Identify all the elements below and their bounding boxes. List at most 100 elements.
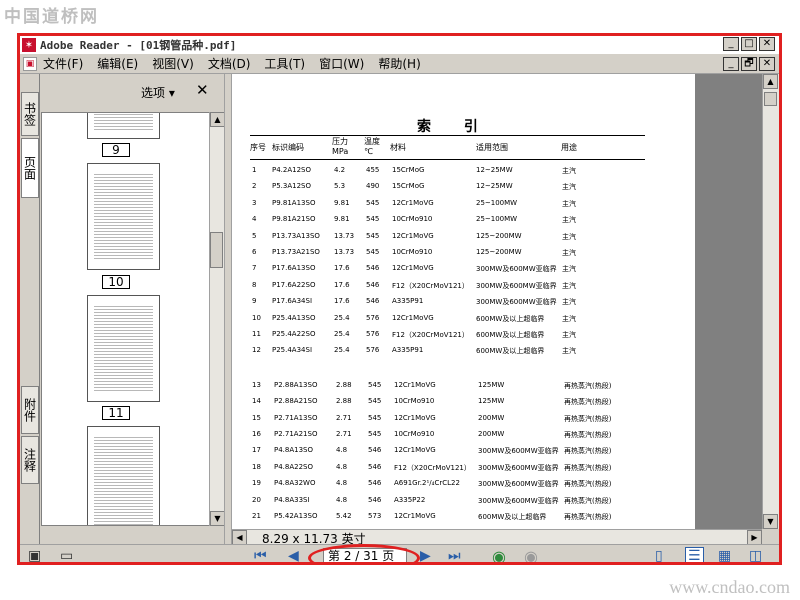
row-temp: 576 [366,330,380,338]
row-temp: 545 [366,198,380,207]
row-range: 300MW及600MW亚临界 [476,281,557,290]
row-pressure: 13.73 [334,248,355,256]
close-button[interactable]: ✕ [759,37,775,51]
thumbnail-page-11[interactable] [87,295,160,402]
thumbnail-page-9[interactable] [87,113,160,139]
row-range: 300MW及600MW亚临界 [478,463,559,472]
row-material: 12Cr1MoVG [392,231,434,240]
thumbnail-page-10[interactable] [87,163,160,270]
row-use: 再热蒸汽(热段) [564,381,612,390]
row-material: 12Cr1MoVG [392,264,434,273]
close-panel-icon[interactable]: ✕ [196,81,209,99]
doc-scroll-left-icon[interactable]: ◀ [232,530,247,545]
document-vertical-scrollbar[interactable]: ▲ ▼ [762,74,779,529]
facing-pages-icon[interactable]: ▦ [718,548,731,562]
row-use: 主汽 [562,183,576,192]
row-no: 1 [252,166,257,174]
row-use: 主汽 [562,265,576,274]
row-pressure: 5.3 [334,182,346,191]
row-code: P4.8A22SO [274,462,314,471]
row-range: 600MW及以上超临界 [476,314,545,323]
row-code: P9.81A21SO [272,215,316,224]
menu-document[interactable]: 文档(D) [208,55,251,72]
tab-pages[interactable]: 页面 [21,138,39,198]
continuous-page-icon[interactable]: ☰ [685,547,704,562]
options-menu-button[interactable]: 选项 ▾ [141,84,175,101]
tab-bookmarks[interactable]: 书签 [21,92,39,136]
adobe-reader-window: ✶ Adobe Reader - [01钢管品种.pdf] _ □ ✕ ▣ 文件… [17,33,782,565]
row-temp: 545 [366,231,380,240]
row-code: P13.73A13SO [272,231,320,240]
panel-splitter[interactable] [224,74,232,562]
row-use: 再热蒸汽(热段) [564,513,612,521]
doc-scrollbar-thumb[interactable] [764,92,777,106]
page-number-field[interactable]: 第 2 / 31 页 [323,548,407,562]
table-row: 7 P17.6A13SO 17.6 546 12Cr1MoVG 300MW及600MW亚临… [232,264,695,278]
row-pressure: 9.81 [334,198,350,207]
view-mode-icon[interactable]: ▣ [28,548,41,562]
document-heading: 索 引 [417,119,492,135]
row-use: 主汽 [562,249,576,257]
maximize-button[interactable]: □ [741,37,757,51]
row-pressure: 17.6 [334,297,350,306]
previous-page-icon[interactable]: ◀ [288,548,299,562]
row-range: 300MW及600MW亚临界 [476,265,557,274]
continuous-facing-icon[interactable]: ◫ [749,548,762,562]
row-code: P2.88A21SO [274,397,318,406]
table-row: 14 P2.88A21SO 2.88 545 10CrMo910 125MW 再热蒸汽(热段… [232,397,695,411]
document-icon[interactable]: ▣ [23,56,37,71]
document-view[interactable]: 索 引 序号 标识编码 压力 MPa 温度 ℃ 材料 适用范围 用途 1 P4.2… [232,74,762,529]
single-page-icon[interactable]: ▯ [655,548,663,562]
menu-help[interactable]: 帮助(H) [378,55,420,72]
table-row: 9 P17.6A34SI 17.6 546 A335P91 300MW及600MW亚临界主… [232,297,695,311]
row-range: 25~100MW [476,215,518,224]
col-header-pressure: 压力 MPa [332,137,349,156]
row-pressure: 17.6 [334,264,350,273]
doc-scroll-down-icon[interactable]: ▼ [763,514,778,529]
last-page-icon[interactable]: ⏭ [448,548,461,562]
go-back-icon[interactable]: ◉ [492,547,506,562]
first-page-icon[interactable]: ⏮ [254,548,267,562]
menu-view[interactable]: 视图(V) [152,55,194,72]
doc-restore-button[interactable]: 🗗 [741,57,757,71]
collapse-panel-icon[interactable]: ▭ [60,548,73,562]
table-row: 18 P4.8A22SO 4.8 546 F12（X20CrMoV121） 300MW及6… [232,463,695,477]
row-material: A691Gr.2¹/₄CrCL22 [394,479,460,488]
table-row: 3 P9.81A13SO 9.81 545 12Cr1MoVG 25~100MW 主汽 [232,199,695,213]
tab-attachments[interactable]: 附件 [21,386,39,434]
title-bar[interactable]: ✶ Adobe Reader - [01钢管品种.pdf] _ □ ✕ [20,36,779,54]
row-use: 再热蒸汽(热段) [564,398,612,407]
row-no: 18 [252,462,261,471]
row-no: 21 [252,512,261,520]
next-page-icon[interactable]: ▶ [420,548,431,562]
table-row: 16 P2.71A21SO 2.71 545 10CrMo910 200MW 再热蒸汽(热段… [232,430,695,444]
thumbnail-scrollbar[interactable]: ▲ ▼ [209,112,225,526]
row-pressure: 4.2 [334,166,346,174]
menu-window[interactable]: 窗口(W) [319,55,364,72]
row-range: 125MW [478,397,505,406]
scrollbar-thumb[interactable] [210,232,223,268]
row-use: 主汽 [562,298,576,307]
menu-file[interactable]: 文件(F) [43,55,83,72]
thumbnail-page-12[interactable] [87,426,160,525]
row-range: 600MW及以上超临界 [478,513,547,521]
minimize-button[interactable]: _ [723,37,739,51]
doc-close-button[interactable]: ✕ [759,57,775,71]
tab-comments[interactable]: 注释 [21,436,39,484]
go-forward-icon[interactable]: ◉ [524,547,538,562]
menu-edit[interactable]: 编辑(E) [97,55,138,72]
scroll-down-icon[interactable]: ▼ [210,511,225,526]
doc-scroll-up-icon[interactable]: ▲ [763,74,778,89]
doc-minimize-button[interactable]: _ [723,57,739,71]
row-use: 主汽 [562,281,576,290]
row-no: 11 [252,330,261,338]
scroll-up-icon[interactable]: ▲ [210,112,225,127]
menu-tools[interactable]: 工具(T) [264,55,305,72]
row-no: 20 [252,495,261,504]
doc-scroll-right-icon[interactable]: ▶ [747,530,762,545]
thumbnail-list[interactable]: 9 10 11 [41,112,211,526]
row-no: 16 [252,430,261,438]
row-use: 再热蒸汽(热段) [564,431,612,439]
row-temp: 576 [366,346,380,355]
row-range: 12~25MW [476,182,513,191]
